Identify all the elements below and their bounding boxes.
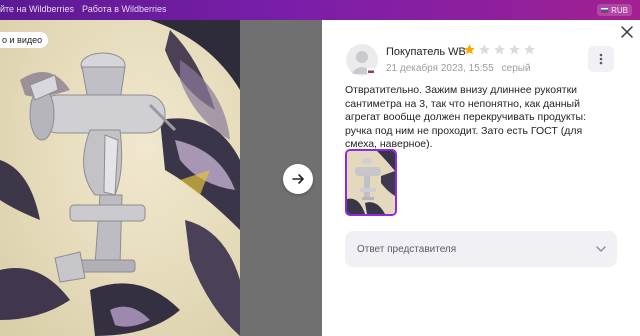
review-photo-thumbnail[interactable] (345, 149, 397, 216)
chevron-down-icon (596, 246, 606, 252)
currency-label: RUB (611, 5, 628, 15)
topbar-link-jobs[interactable]: Работа в Wildberries (82, 4, 167, 14)
close-icon[interactable] (620, 25, 634, 39)
review-panel: Покупатель WB 21 декабря 2023, 15:55 серы… (322, 20, 640, 336)
country-flag-icon (367, 68, 375, 74)
currency-selector[interactable]: RUB (597, 4, 632, 16)
more-options-button[interactable] (588, 46, 614, 72)
star-icon (464, 44, 475, 55)
star-icon (524, 44, 535, 55)
flag-icon (601, 7, 609, 13)
representative-reply-toggle[interactable]: Ответ представителя (345, 231, 617, 267)
review-product-color: серый (501, 63, 531, 74)
star-rating (463, 43, 536, 56)
review-text: Отвратительно. Зажим внизу длиннее рукоя… (345, 84, 587, 151)
arrow-right-icon (292, 174, 304, 184)
review-photo-viewer: о и видео (0, 20, 240, 336)
reply-label: Ответ представителя (357, 243, 457, 255)
top-navigation-bar: йте на Wildberries Работа в Wildberries … (0, 0, 640, 20)
star-icon (509, 44, 520, 55)
topbar-link-sell[interactable]: йте на Wildberries (0, 4, 74, 14)
review-meta: 21 декабря 2023, 15:55 серый (386, 63, 531, 74)
star-icon (494, 44, 505, 55)
review-photo (0, 20, 240, 336)
next-photo-button[interactable] (283, 164, 313, 194)
star-icon (479, 44, 490, 55)
more-vertical-icon (599, 53, 603, 65)
review-author: Покупатель WB (386, 46, 466, 58)
photo-video-label[interactable]: о и видео (0, 32, 49, 48)
review-date: 21 декабря 2023, 15:55 (386, 63, 494, 74)
photo-thumbnail-image (347, 151, 395, 214)
